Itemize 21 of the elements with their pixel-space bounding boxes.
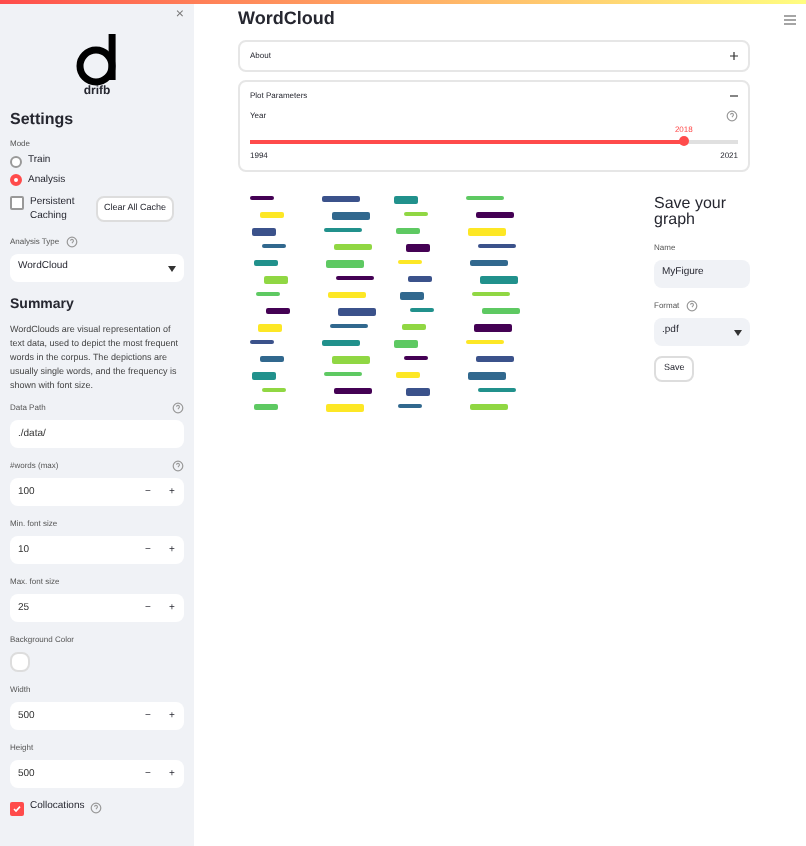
- help-icon: [172, 460, 184, 473]
- checkbox[interactable]: [10, 801, 24, 816]
- plus-icon: [730, 51, 738, 59]
- color-swatch[interactable]: [10, 652, 30, 673]
- help-icon: [685, 300, 698, 313]
- save-title: Save your graph: [654, 195, 729, 231]
- radio-button[interactable]: [10, 155, 22, 168]
- caret-icon: [734, 329, 742, 336]
- menu-icon[interactable]: [784, 14, 796, 26]
- help-icon: [65, 236, 78, 248]
- caret-icon: [168, 265, 176, 271]
- help-icon: [172, 402, 184, 415]
- slider-thumb[interactable]: [678, 136, 689, 146]
- logo-icon: [73, 34, 121, 86]
- checkbox[interactable]: [10, 196, 24, 210]
- help-icon: [90, 802, 103, 815]
- minus-icon: [730, 91, 738, 99]
- settings-title: Settings: [10, 108, 76, 132]
- radio-button[interactable]: [10, 174, 22, 187]
- page-title: WordCloud: [238, 6, 335, 32]
- help-icon: [726, 109, 738, 121]
